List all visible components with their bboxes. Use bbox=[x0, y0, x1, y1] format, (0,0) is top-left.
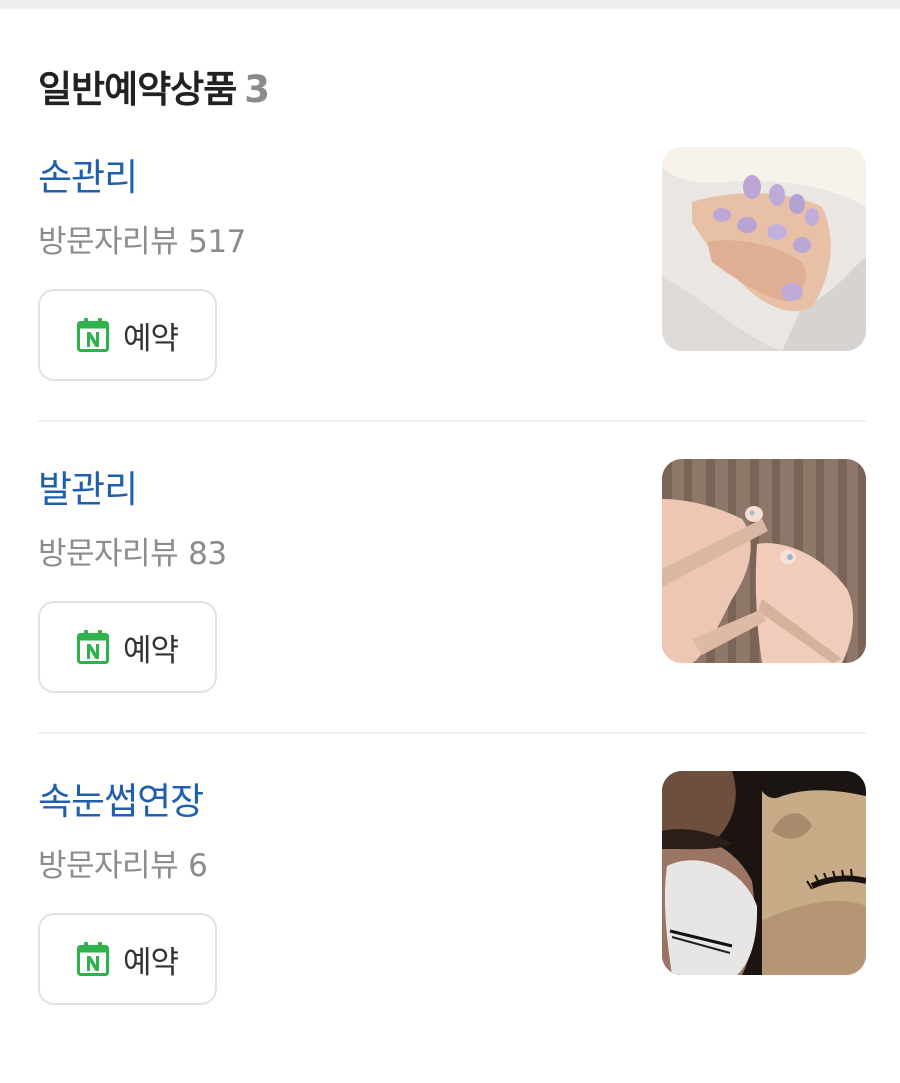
reserve-button[interactable]: 예약 bbox=[38, 913, 217, 1005]
review-label: 방문자리뷰 bbox=[38, 224, 179, 260]
reserve-button[interactable]: 예약 bbox=[38, 289, 217, 381]
section-count: 3 bbox=[244, 68, 270, 111]
product-item-eyelash-extension[interactable]: 속눈썹연장 방문자리뷰 6 예약 bbox=[38, 771, 866, 1083]
review-number: 83 bbox=[188, 536, 227, 572]
eyelash-photo-icon bbox=[662, 771, 866, 975]
section-title: 일반예약상품 bbox=[38, 68, 237, 111]
naver-booking-calendar-icon bbox=[76, 942, 109, 976]
product-title[interactable]: 발관리 bbox=[38, 459, 138, 513]
item-divider bbox=[38, 420, 866, 422]
reserve-label: 예약 bbox=[122, 632, 179, 669]
reserve-button[interactable]: 예약 bbox=[38, 601, 217, 693]
pedicure-photo-icon bbox=[662, 459, 866, 663]
nail-photo-icon bbox=[662, 147, 866, 351]
naver-booking-calendar-icon bbox=[76, 318, 109, 352]
product-item-foot-care[interactable]: 발관리 방문자리뷰 83 예약 bbox=[38, 459, 866, 771]
review-number: 6 bbox=[188, 848, 208, 884]
product-item-hand-care[interactable]: 손관리 방문자리뷰 517 예약 bbox=[38, 147, 866, 459]
visitor-review-count[interactable]: 방문자리뷰 6 bbox=[38, 840, 208, 885]
review-label: 방문자리뷰 bbox=[38, 536, 179, 572]
visitor-review-count[interactable]: 방문자리뷰 83 bbox=[38, 528, 227, 573]
review-label: 방문자리뷰 bbox=[38, 848, 179, 884]
booking-products-section: 일반예약상품 3 손관리 방문자리뷰 517 예약 발관리 방문자리뷰 83 예… bbox=[0, 9, 900, 1048]
top-separator-bar bbox=[0, 0, 900, 9]
reserve-label: 예약 bbox=[122, 944, 179, 981]
reserve-label: 예약 bbox=[122, 320, 179, 357]
product-title[interactable]: 손관리 bbox=[38, 147, 138, 201]
review-number: 517 bbox=[188, 224, 246, 260]
foot-care-thumbnail[interactable] bbox=[662, 459, 866, 663]
eyelash-thumbnail[interactable] bbox=[662, 771, 866, 975]
naver-booking-calendar-icon bbox=[76, 630, 109, 664]
section-header: 일반예약상품 3 bbox=[38, 59, 270, 113]
visitor-review-count[interactable]: 방문자리뷰 517 bbox=[38, 216, 246, 261]
item-divider bbox=[38, 732, 866, 734]
hand-care-thumbnail[interactable] bbox=[662, 147, 866, 351]
product-title[interactable]: 속눈썹연장 bbox=[38, 771, 204, 825]
